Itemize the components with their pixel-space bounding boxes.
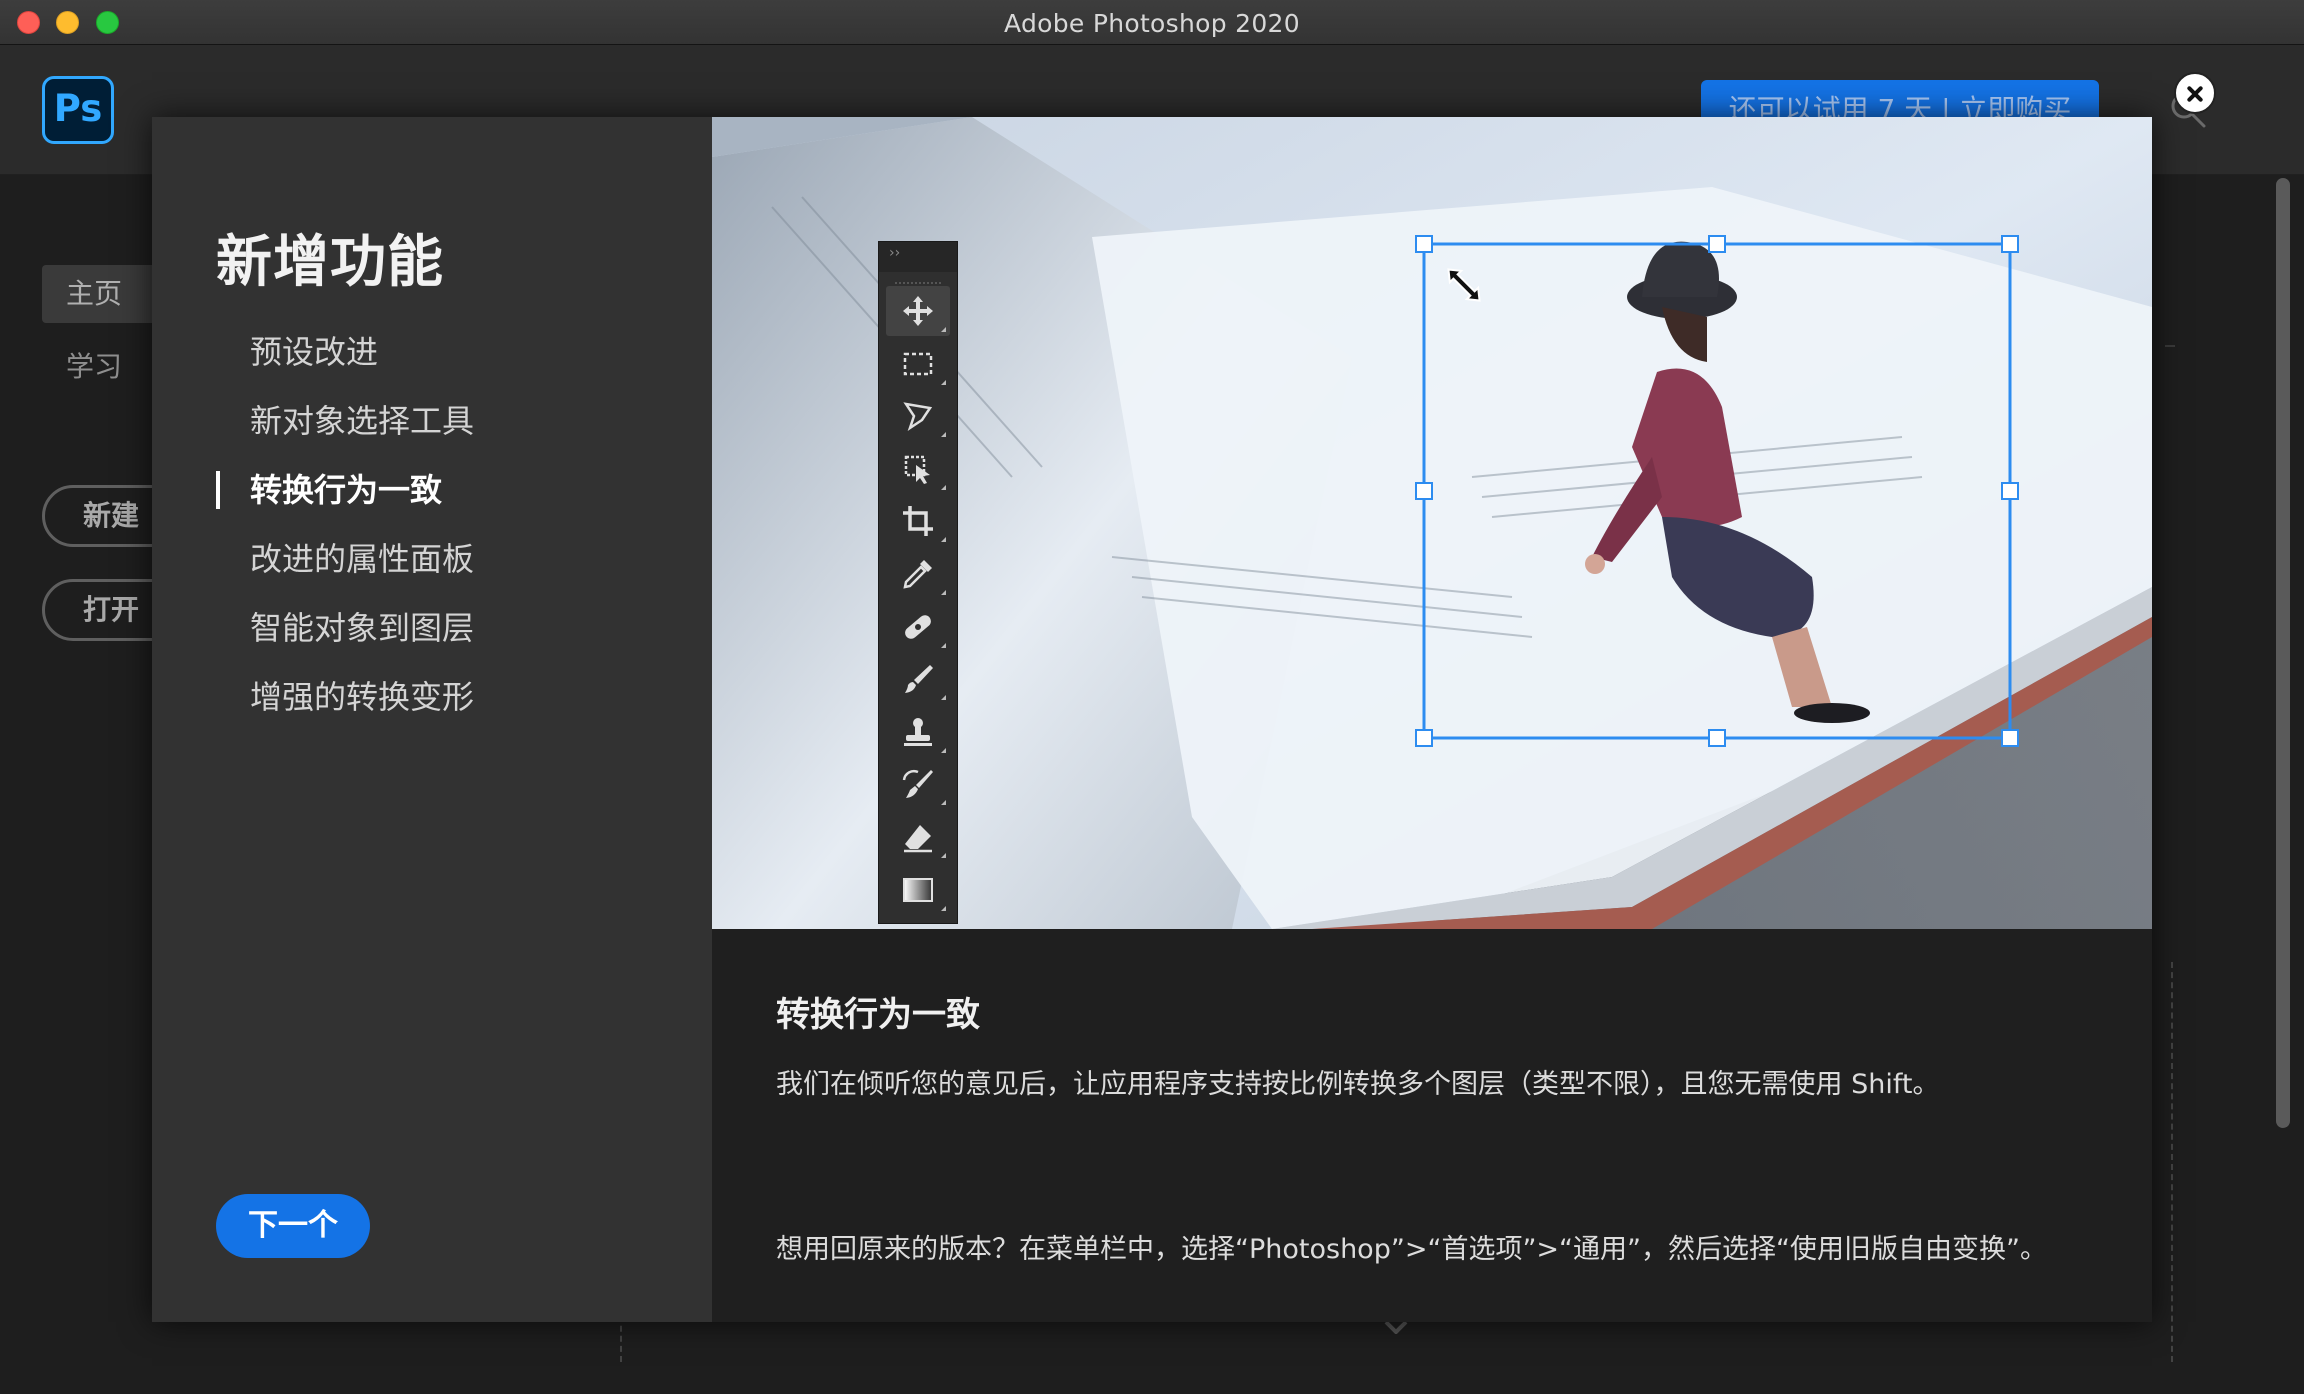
close-dialog-button[interactable] [2174, 72, 2216, 114]
photoshop-logo[interactable]: Ps [42, 76, 114, 144]
feature-item-transform[interactable]: 转换行为一致 [216, 469, 474, 538]
clone-stamp-tool-icon[interactable] [886, 707, 950, 757]
title-bar: Adobe Photoshop 2020 [0, 0, 2304, 45]
nav-learn[interactable]: 学习 [42, 338, 162, 396]
brush-tool-icon[interactable] [886, 654, 950, 704]
history-brush-tool-icon[interactable] [886, 759, 950, 809]
next-button[interactable]: 下一个 [216, 1194, 370, 1258]
object-selection-tool-icon[interactable] [886, 444, 950, 494]
eraser-tool-icon[interactable] [886, 812, 950, 862]
divider [2165, 345, 2175, 347]
feature-item-properties-panel[interactable]: 改进的属性面板 [216, 538, 474, 607]
nav-home[interactable]: 主页 [42, 265, 162, 323]
feature-item-presets[interactable]: 预设改进 [216, 331, 474, 400]
crop-tool-icon[interactable] [886, 496, 950, 546]
feature-list: 预设改进 新对象选择工具 转换行为一致 改进的属性面板 智能对象到图层 增强的转… [216, 331, 474, 745]
home-scrollbar[interactable] [2276, 178, 2290, 1128]
feature-item-object-selection[interactable]: 新对象选择工具 [216, 400, 474, 469]
move-tool-icon[interactable] [886, 286, 950, 336]
panel-collapse-icon[interactable]: ›› [879, 242, 957, 272]
chevron-down-icon[interactable] [1384, 1320, 1408, 1334]
feature-description: 我们在倾听您的意见后，让应用程序支持按比例转换多个图层（类型不限），且您无需使用… [776, 1069, 1940, 1100]
panel-grip[interactable] [895, 272, 941, 284]
healing-brush-tool-icon[interactable] [886, 602, 950, 652]
feature-item-smart-object[interactable]: 智能对象到图层 [216, 607, 474, 676]
eyedropper-tool-icon[interactable] [886, 549, 950, 599]
tools-panel: ›› [878, 241, 958, 924]
window-title: Adobe Photoshop 2020 [1004, 9, 1300, 38]
feature-title: 转换行为一致 [776, 995, 980, 1035]
lasso-tool-icon[interactable] [886, 391, 950, 441]
feature-sidebar: 新增功能 预设改进 新对象选择工具 转换行为一致 改进的属性面板 智能对象到图层… [152, 117, 712, 1322]
gradient-tool-icon[interactable] [886, 865, 950, 915]
whats-new-dialog: 新增功能 预设改进 新对象选择工具 转换行为一致 改进的属性面板 智能对象到图层… [152, 117, 2152, 1322]
feature-item-warp[interactable]: 增强的转换变形 [216, 676, 474, 745]
feature-detail: ›› 转换行为一致 我们在倾听您的意见后，让应用程序支持按比例转换多个图层（类型… [712, 117, 2152, 1322]
feature-footnote: 想用回原来的版本？在菜单栏中，选择“Photoshop”>“首选项”>“通用”，… [776, 1234, 2048, 1265]
marquee-tool-icon[interactable] [886, 339, 950, 389]
dialog-heading: 新增功能 [216, 230, 444, 295]
feature-illustration: ›› [712, 117, 2152, 929]
